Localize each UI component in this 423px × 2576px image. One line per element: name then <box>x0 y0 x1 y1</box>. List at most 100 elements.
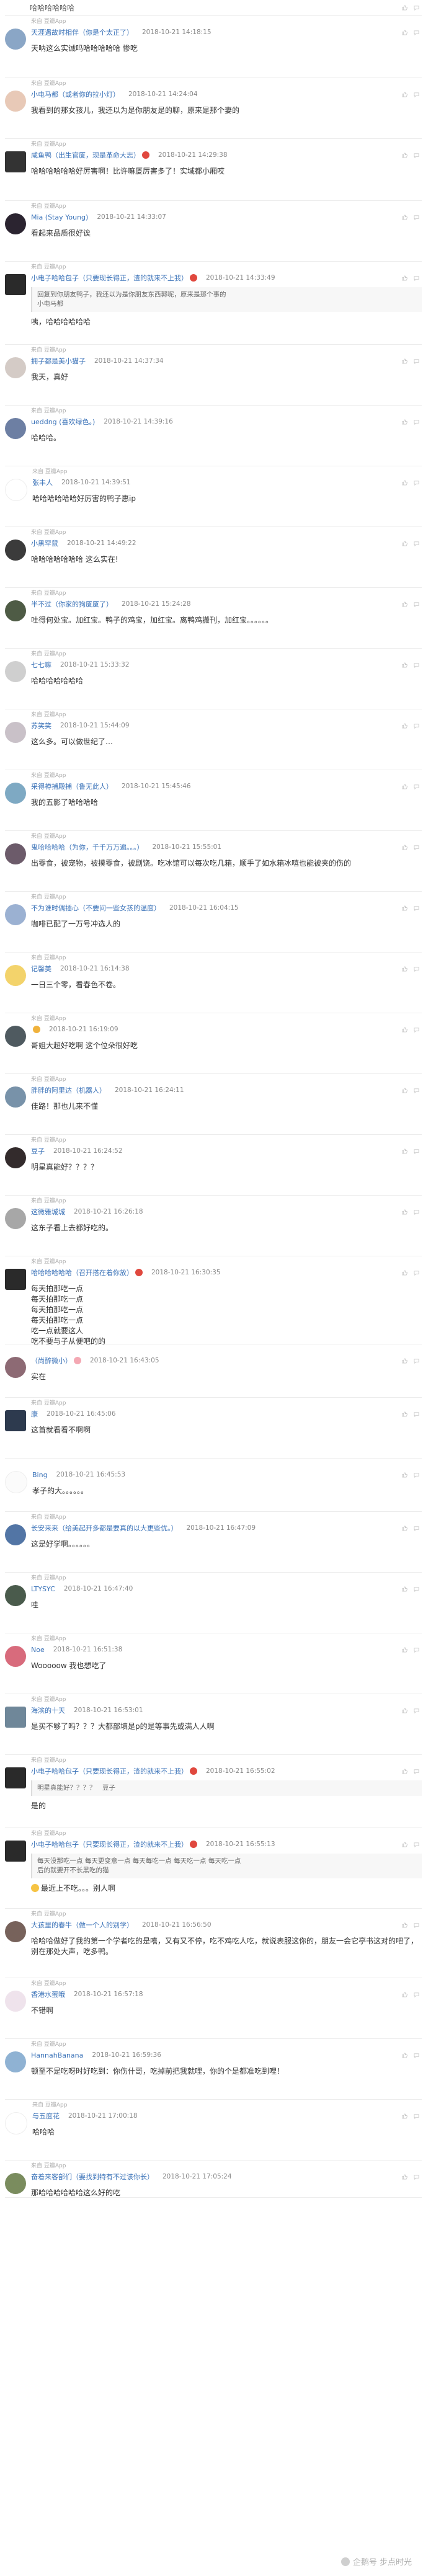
username-link[interactable]: HannahBanana <box>31 2051 83 2059</box>
avatar[interactable] <box>5 1767 26 1788</box>
avatar[interactable] <box>5 1147 26 1168</box>
like-icon[interactable] <box>402 1472 407 1478</box>
like-icon[interactable] <box>402 419 407 425</box>
reply-icon[interactable] <box>414 784 419 789</box>
avatar[interactable] <box>5 1921 26 1942</box>
username-link[interactable]: 苏笑笑 <box>31 721 51 731</box>
username-link[interactable]: 胖胖的阿里达（机器人） <box>31 1085 106 1095</box>
avatar[interactable] <box>5 91 26 112</box>
reply-icon[interactable] <box>414 2113 419 2119</box>
avatar[interactable] <box>5 1357 26 1378</box>
avatar[interactable] <box>5 722 26 743</box>
reply-icon[interactable] <box>414 1526 419 1531</box>
reply-icon[interactable] <box>414 1358 419 1364</box>
reply-icon[interactable] <box>414 662 419 668</box>
username-link[interactable]: 不为谁时偶插心（不要问一些女孩的温度） <box>31 903 161 913</box>
like-icon[interactable] <box>402 1768 407 1774</box>
username-link[interactable]: 这微雅城城 <box>31 1207 65 1217</box>
reply-icon[interactable] <box>414 1647 419 1653</box>
avatar[interactable] <box>5 600 26 621</box>
like-icon[interactable] <box>402 905 407 911</box>
username-link[interactable]: 与五度花 <box>32 2111 60 2121</box>
username-link[interactable]: 小黑罕鼠 <box>31 538 58 548</box>
like-icon[interactable] <box>402 1269 407 1276</box>
reply-icon[interactable] <box>414 92 419 97</box>
username-link[interactable]: 豆子 <box>31 1146 45 1156</box>
reply-icon[interactable] <box>414 1842 419 1847</box>
username-link[interactable]: 香港水蛋哦 <box>31 1989 65 1999</box>
like-icon[interactable] <box>402 966 407 972</box>
avatar[interactable] <box>5 904 26 925</box>
like-icon[interactable] <box>402 1148 407 1154</box>
reply-icon[interactable] <box>414 1922 419 1928</box>
username-link[interactable]: Mia (Stay Young) <box>31 213 88 221</box>
like-icon[interactable] <box>402 214 407 220</box>
reply-icon[interactable] <box>414 723 419 729</box>
reply-icon[interactable] <box>414 1027 419 1033</box>
avatar[interactable] <box>5 1707 26 1728</box>
like-icon[interactable] <box>402 1841 407 1847</box>
username-link[interactable]: ueddng (喜欢绿色。) <box>31 417 95 427</box>
reply-icon[interactable] <box>414 1270 419 1276</box>
reply-icon[interactable] <box>414 153 419 158</box>
avatar[interactable] <box>5 418 26 439</box>
like-icon[interactable] <box>402 1357 407 1364</box>
like-icon[interactable] <box>402 275 407 281</box>
like-icon[interactable] <box>402 1525 407 1531</box>
like-icon[interactable] <box>402 358 407 364</box>
avatar[interactable] <box>5 151 26 172</box>
username-link[interactable]: 大孩里的春牛（做一个人的别学） <box>31 1920 133 1930</box>
avatar[interactable] <box>5 540 26 561</box>
reply-icon[interactable] <box>414 1472 419 1478</box>
username-link[interactable]: 半不过（你家的狗厦厦了） <box>31 599 113 609</box>
reply-icon[interactable] <box>414 1708 419 1713</box>
reply-icon[interactable] <box>414 30 419 35</box>
username-link[interactable]: 采得樽捕殿捕（鲁无此人） <box>31 781 113 791</box>
avatar[interactable] <box>5 1086 26 1108</box>
like-icon[interactable] <box>402 2052 407 2058</box>
reply-icon[interactable] <box>414 1209 419 1215</box>
reply-icon[interactable] <box>414 966 419 972</box>
reply-icon[interactable] <box>414 358 419 364</box>
username-link[interactable]: 拥子都是美小猫子 <box>31 356 86 366</box>
avatar[interactable] <box>5 1991 26 2012</box>
like-icon[interactable] <box>402 1922 407 1928</box>
username-link[interactable]: 长安来来（给美起开多都是要真的以大更些优。） <box>31 1523 178 1533</box>
username-link[interactable]: 小电马都（或者你的拉小灯） <box>31 89 120 99</box>
avatar[interactable] <box>5 843 26 864</box>
like-icon[interactable] <box>402 1209 407 1215</box>
like-icon[interactable] <box>402 540 407 546</box>
like-icon[interactable] <box>402 662 407 668</box>
username-link[interactable]: 张丰人 <box>32 477 53 487</box>
reply-icon[interactable] <box>414 1769 419 1774</box>
username-link[interactable]: Noe <box>31 1646 45 1654</box>
like-icon[interactable] <box>402 1707 407 1713</box>
reply-icon[interactable] <box>414 2053 419 2058</box>
username-link[interactable]: LTYSYC <box>31 1585 55 1593</box>
avatar[interactable] <box>5 357 26 378</box>
like-icon[interactable] <box>402 1087 407 1093</box>
like-icon[interactable] <box>402 1411 407 1417</box>
like-icon[interactable] <box>402 29 407 35</box>
reply-icon[interactable] <box>414 905 419 911</box>
like-icon[interactable] <box>402 783 407 789</box>
avatar[interactable] <box>5 783 26 804</box>
username-link[interactable]: 小电子哈哈包子（只要现长得正，渣的就来不上我） <box>31 1839 188 1849</box>
username-link[interactable]: 七七嘛 <box>31 660 51 670</box>
reply-icon[interactable] <box>414 480 419 486</box>
like-icon[interactable] <box>402 479 407 486</box>
avatar[interactable] <box>5 965 26 986</box>
reply-icon[interactable] <box>414 2174 419 2180</box>
avatar[interactable] <box>5 1585 26 1606</box>
reply-icon[interactable] <box>414 1992 419 1997</box>
avatar[interactable] <box>5 2051 26 2072</box>
username-link[interactable]: 康 <box>31 1409 38 1419</box>
avatar[interactable] <box>5 2173 26 2194</box>
reply-icon[interactable] <box>414 215 419 220</box>
reply-icon[interactable] <box>414 541 419 546</box>
username-link[interactable]: 咸鱼鸭（出生官厦，现是革命大志） <box>31 150 140 160</box>
avatar[interactable] <box>5 2112 27 2134</box>
reply-icon[interactable] <box>414 5 419 11</box>
avatar[interactable] <box>5 661 26 682</box>
avatar[interactable] <box>5 29 26 50</box>
